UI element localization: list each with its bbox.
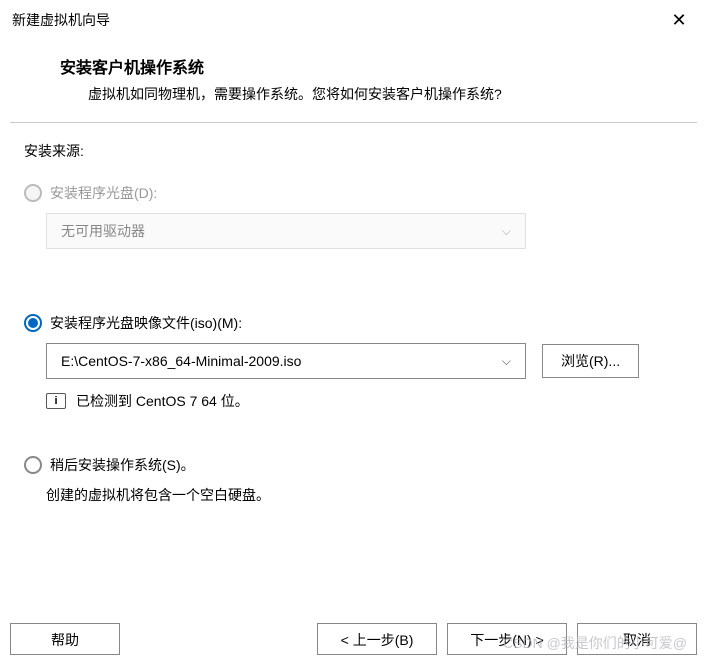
radio-disc-label: 安装程序光盘(D): — [50, 183, 157, 203]
back-button[interactable]: < 上一步(B) — [317, 623, 437, 655]
close-button[interactable]: ✕ — [663, 4, 695, 36]
window-title: 新建虚拟机向导 — [12, 10, 110, 30]
next-button[interactable]: 下一步(N) > — [447, 623, 567, 655]
iso-path-value: E:\CentOS-7-x86_64-Minimal-2009.iso — [61, 353, 502, 369]
disc-drive-value: 无可用驱动器 — [61, 221, 502, 241]
browse-button[interactable]: 浏览(R)... — [542, 344, 639, 378]
radio-option-iso[interactable]: 安装程序光盘映像文件(iso)(M): — [24, 313, 683, 333]
iso-path-dropdown[interactable]: E:\CentOS-7-x86_64-Minimal-2009.iso ⌵ — [46, 343, 526, 379]
disc-drive-dropdown: 无可用驱动器 ⌵ — [46, 213, 526, 249]
install-source-label: 安装来源: — [24, 141, 683, 161]
close-icon: ✕ — [671, 10, 686, 31]
radio-iso-label: 安装程序光盘映像文件(iso)(M): — [50, 313, 242, 333]
help-button[interactable]: 帮助 — [10, 623, 120, 655]
radio-iso[interactable] — [24, 314, 42, 332]
footer: 帮助 < 上一步(B) 下一步(N) > 取消 — [0, 615, 707, 665]
cancel-button[interactable]: 取消 — [577, 623, 697, 655]
radio-later[interactable] — [24, 456, 42, 474]
radio-later-label: 稍后安装操作系统(S)。 — [50, 455, 195, 475]
chevron-down-icon[interactable]: ⌵ — [502, 354, 511, 369]
radio-option-disc: 安装程序光盘(D): — [24, 183, 683, 203]
info-icon: i — [46, 393, 66, 409]
detected-os-text: 已检测到 CentOS 7 64 位。 — [76, 391, 249, 411]
later-description: 创建的虚拟机将包含一个空白硬盘。 — [46, 485, 683, 505]
chevron-down-icon: ⌵ — [502, 224, 511, 239]
header-title: 安装客户机操作系统 — [60, 54, 667, 78]
radio-option-later[interactable]: 稍后安装操作系统(S)。 — [24, 455, 683, 475]
header-subtitle: 虚拟机如同物理机，需要操作系统。您将如何安装客户机操作系统? — [60, 84, 667, 104]
radio-disc — [24, 184, 42, 202]
